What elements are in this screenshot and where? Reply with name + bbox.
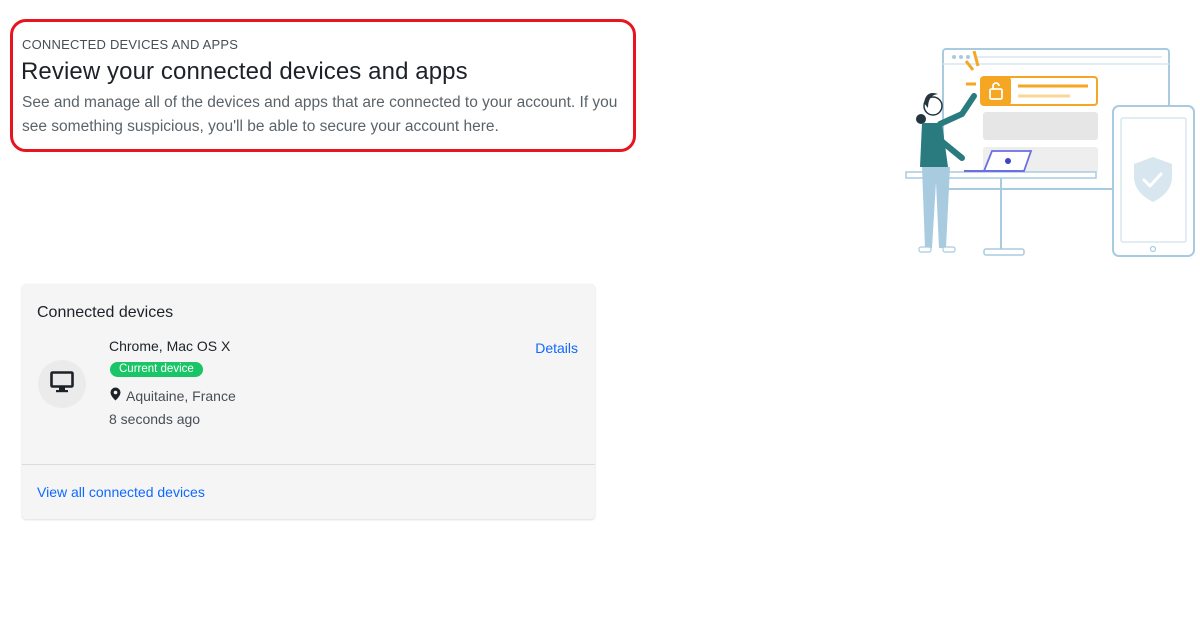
desktop-monitor-icon xyxy=(50,370,74,398)
page-description: See and manage all of the devices and ap… xyxy=(22,94,618,135)
map-pin-icon xyxy=(110,387,121,404)
device-avatar xyxy=(38,360,86,408)
current-device-badge: Current device xyxy=(110,362,203,377)
device-location: Aquitaine, France xyxy=(110,387,236,404)
device-last-seen: 8 seconds ago xyxy=(109,411,201,427)
view-all-devices-link[interactable]: View all connected devices xyxy=(37,484,205,500)
connected-devices-card: Connected devices Chrome, Mac OS X Curre… xyxy=(22,284,595,519)
page: CONNECTED DEVICES AND APPS Review your c… xyxy=(0,0,1200,628)
section-eyebrow: CONNECTED DEVICES AND APPS xyxy=(22,37,239,52)
card-title: Connected devices xyxy=(37,304,174,321)
security-illustration xyxy=(900,40,1200,262)
device-location-text: Aquitaine, France xyxy=(126,387,236,404)
details-link[interactable]: Details xyxy=(535,340,578,356)
page-title: Review your connected devices and apps xyxy=(21,58,468,85)
device-name: Chrome, Mac OS X xyxy=(109,338,231,354)
card-divider xyxy=(22,464,595,465)
